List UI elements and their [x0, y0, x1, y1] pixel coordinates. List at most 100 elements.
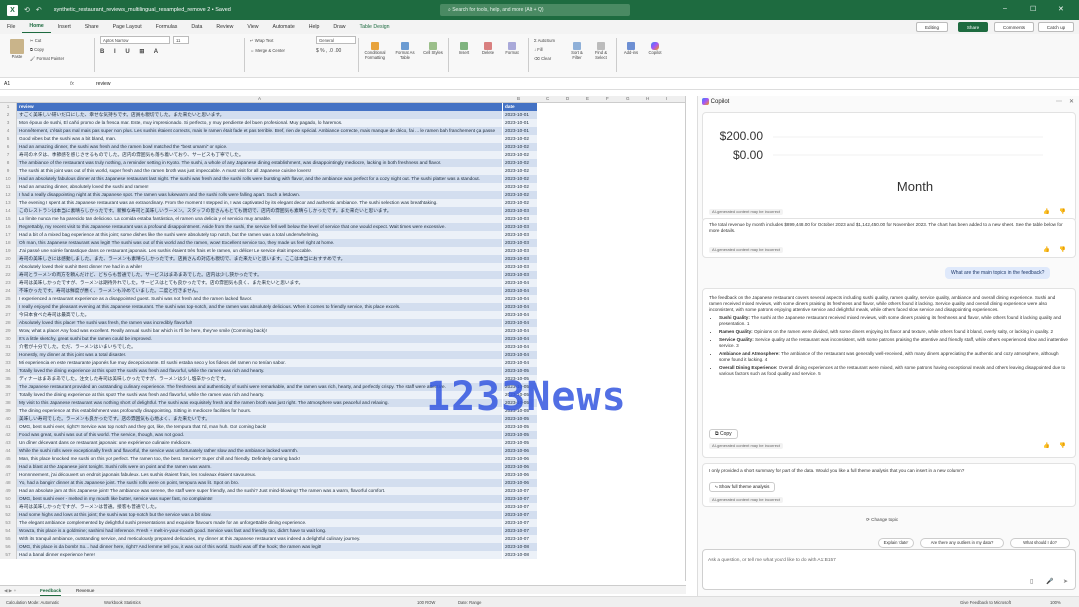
date-cell[interactable]: 2023-10-07 — [502, 511, 537, 519]
review-cell[interactable]: Absolutely loved this place! The sushi w… — [17, 319, 502, 327]
review-cell[interactable]: Had a bit of a mixed bag experience at t… — [17, 231, 502, 239]
row-number[interactable]: 33 — [0, 359, 17, 367]
row-number[interactable]: 19 — [0, 247, 17, 255]
conditional-formatting-button[interactable]: Conditional Formatting — [362, 36, 388, 76]
comments-button[interactable]: Comments — [994, 22, 1034, 32]
fx-icon[interactable]: fx — [70, 78, 74, 90]
copy-button[interactable]: ⧉ Copy — [709, 429, 738, 439]
review-cell[interactable]: Had a blast at the Japanese joint tonigh… — [17, 463, 502, 471]
date-cell[interactable]: 2023-10-02 — [502, 135, 537, 143]
font-style-buttons[interactable]: B I U ⊞ A — [100, 48, 240, 55]
row-number[interactable]: 12 — [0, 191, 17, 199]
row-number[interactable]: 56 — [0, 543, 17, 551]
row-number[interactable]: 46 — [0, 463, 17, 471]
workbook-statistics[interactable]: Workbook Statistics — [104, 597, 141, 607]
review-cell[interactable]: The ambiance of the restaurant was truly… — [17, 159, 502, 167]
thumbs-down-icon[interactable]: 👎 — [1059, 443, 1066, 449]
row-number[interactable]: 39 — [0, 407, 17, 415]
tab-table-design[interactable]: Table Design — [353, 24, 397, 30]
date-cell[interactable]: 2023-10-04 — [502, 343, 537, 351]
date-cell[interactable]: 2023-10-01 — [502, 111, 537, 119]
column-header-g[interactable]: G — [626, 96, 630, 101]
file-name[interactable]: synthetic_restaurant_reviews_multilingua… — [54, 7, 231, 13]
change-topic-button[interactable]: ⟳ Change topic — [866, 517, 898, 523]
paste-group[interactable]: Paste — [6, 36, 28, 76]
row-number[interactable]: 53 — [0, 519, 17, 527]
review-cell[interactable]: Yo, had a bangin' dinner at this Japanes… — [17, 479, 502, 487]
row-number[interactable]: 15 — [0, 215, 17, 223]
review-cell[interactable]: Regrettably, my recent visit to this Jap… — [17, 223, 502, 231]
undo-icon[interactable]: ↶ — [36, 6, 42, 14]
sheet-tab-feedback[interactable]: Feedback — [40, 586, 62, 596]
date-cell[interactable]: 2023-10-05 — [502, 423, 537, 431]
date-cell[interactable]: 2023-10-04 — [502, 359, 537, 367]
date-cell[interactable]: 2023-10-07 — [502, 535, 537, 543]
maximize-icon[interactable]: ☐ — [1030, 5, 1036, 13]
review-cell[interactable]: Oh man, this Japanese restaurant was leg… — [17, 239, 502, 247]
suggestion-chip[interactable]: Are there any outliers in my data? — [920, 538, 1004, 548]
tab-insert[interactable]: Insert — [51, 24, 78, 30]
review-cell[interactable]: Wowza, this place is a goldmine; sashimi… — [17, 527, 502, 535]
review-cell[interactable]: Had an amazing dinner, absolutely loved … — [17, 183, 502, 191]
copilot-ribbon-button[interactable]: Copilot — [644, 36, 666, 76]
date-cell[interactable]: 2023-10-02 — [502, 175, 537, 183]
row-number[interactable]: 29 — [0, 327, 17, 335]
number-format-select[interactable]: General — [316, 36, 356, 44]
date-cell[interactable]: 2023-10-04 — [502, 311, 537, 319]
review-cell[interactable]: The sushi at this joint was out of this … — [17, 167, 502, 175]
row-number[interactable]: 20 — [0, 255, 17, 263]
tab-review[interactable]: Review — [209, 24, 240, 30]
row-number[interactable]: 57 — [0, 551, 17, 559]
review-cell[interactable]: It's a little sketchy, great sushi but t… — [17, 335, 502, 343]
date-cell[interactable]: 2023-10-07 — [502, 527, 537, 535]
row-number[interactable]: 44 — [0, 447, 17, 455]
tab-share[interactable]: Share — [78, 24, 106, 30]
thumbs-down-icon[interactable]: 👎 — [1059, 247, 1066, 253]
date-cell[interactable]: 2023-10-08 — [502, 551, 537, 559]
insert-cells-button[interactable]: Insert — [454, 36, 474, 76]
format-cells-button[interactable]: Format — [502, 36, 522, 76]
row-number[interactable]: 24 — [0, 287, 17, 295]
date-cell[interactable]: 2023-10-05 — [502, 431, 537, 439]
review-column-header[interactable]: review — [17, 103, 502, 111]
date-cell[interactable]: 2023-10-03 — [502, 263, 537, 271]
column-header-d[interactable]: D — [566, 96, 569, 101]
date-cell[interactable]: 2023-10-02 — [502, 159, 537, 167]
date-cell[interactable]: 2023-10-03 — [502, 223, 537, 231]
review-cell[interactable]: Honnnnement, j'ai découvert un endroit j… — [17, 471, 502, 479]
composer-input[interactable]: Ask a question, or tell me what you'd li… — [708, 558, 836, 563]
attachment-icon[interactable]: ▯ — [1030, 578, 1033, 585]
row-number[interactable]: 16 — [0, 223, 17, 231]
row-number[interactable]: 26 — [0, 303, 17, 311]
add-ins-button[interactable]: Add-ins — [620, 36, 642, 76]
row-number[interactable]: 43 — [0, 439, 17, 447]
review-cell[interactable]: Had some highs and lows at this joint; t… — [17, 511, 502, 519]
clear-button[interactable]: ⌫ Clear — [534, 54, 564, 63]
review-cell[interactable]: I really enjoyed the pleasant evening at… — [17, 303, 502, 311]
review-cell[interactable]: OMG, best sushi ever - melted in my mout… — [17, 495, 502, 503]
date-cell[interactable]: 2023-10-08 — [502, 543, 537, 551]
wrap-text-button[interactable]: ↵ Wrap Text — [250, 36, 310, 46]
catch-up-button[interactable]: Catch up — [1038, 22, 1074, 32]
date-cell[interactable]: 2023-10-02 — [502, 167, 537, 175]
date-cell[interactable]: 2023-10-07 — [502, 487, 537, 495]
column-header-b[interactable]: B — [517, 96, 520, 101]
row-number[interactable]: 18 — [0, 239, 17, 247]
row-number[interactable]: 27 — [0, 311, 17, 319]
more-options-icon[interactable]: ⋯ — [1056, 96, 1062, 109]
date-cell[interactable]: 2023-10-06 — [502, 463, 537, 471]
review-cell[interactable]: 今日本食べた寿司は最高でした。 — [17, 311, 502, 319]
date-cell[interactable]: 2023-10-01 — [502, 119, 537, 127]
suggestion-chip[interactable]: Explain 'date' — [878, 538, 914, 548]
column-header-c[interactable]: C — [546, 96, 549, 101]
sheet-nav-icon[interactable]: ◀ ▶ + — [4, 586, 16, 595]
review-cell[interactable]: 介者が十分でした。ただ、ラーメンはいまいちでした。 — [17, 343, 502, 351]
date-column-header[interactable]: date — [502, 103, 537, 111]
suggestion-chip[interactable]: What should I do? — [1010, 538, 1070, 548]
tab-automate[interactable]: Automate — [266, 24, 302, 30]
copilot-composer[interactable]: Ask a question, or tell me what you'd li… — [702, 549, 1076, 590]
sheet-tab-revenue[interactable]: Revenue — [76, 586, 94, 595]
close-icon[interactable]: ✕ — [1058, 5, 1064, 13]
review-cell[interactable]: J'ai passé une soirée fantastique dans c… — [17, 247, 502, 255]
thumbs-up-icon[interactable]: 👍 — [1043, 443, 1050, 449]
